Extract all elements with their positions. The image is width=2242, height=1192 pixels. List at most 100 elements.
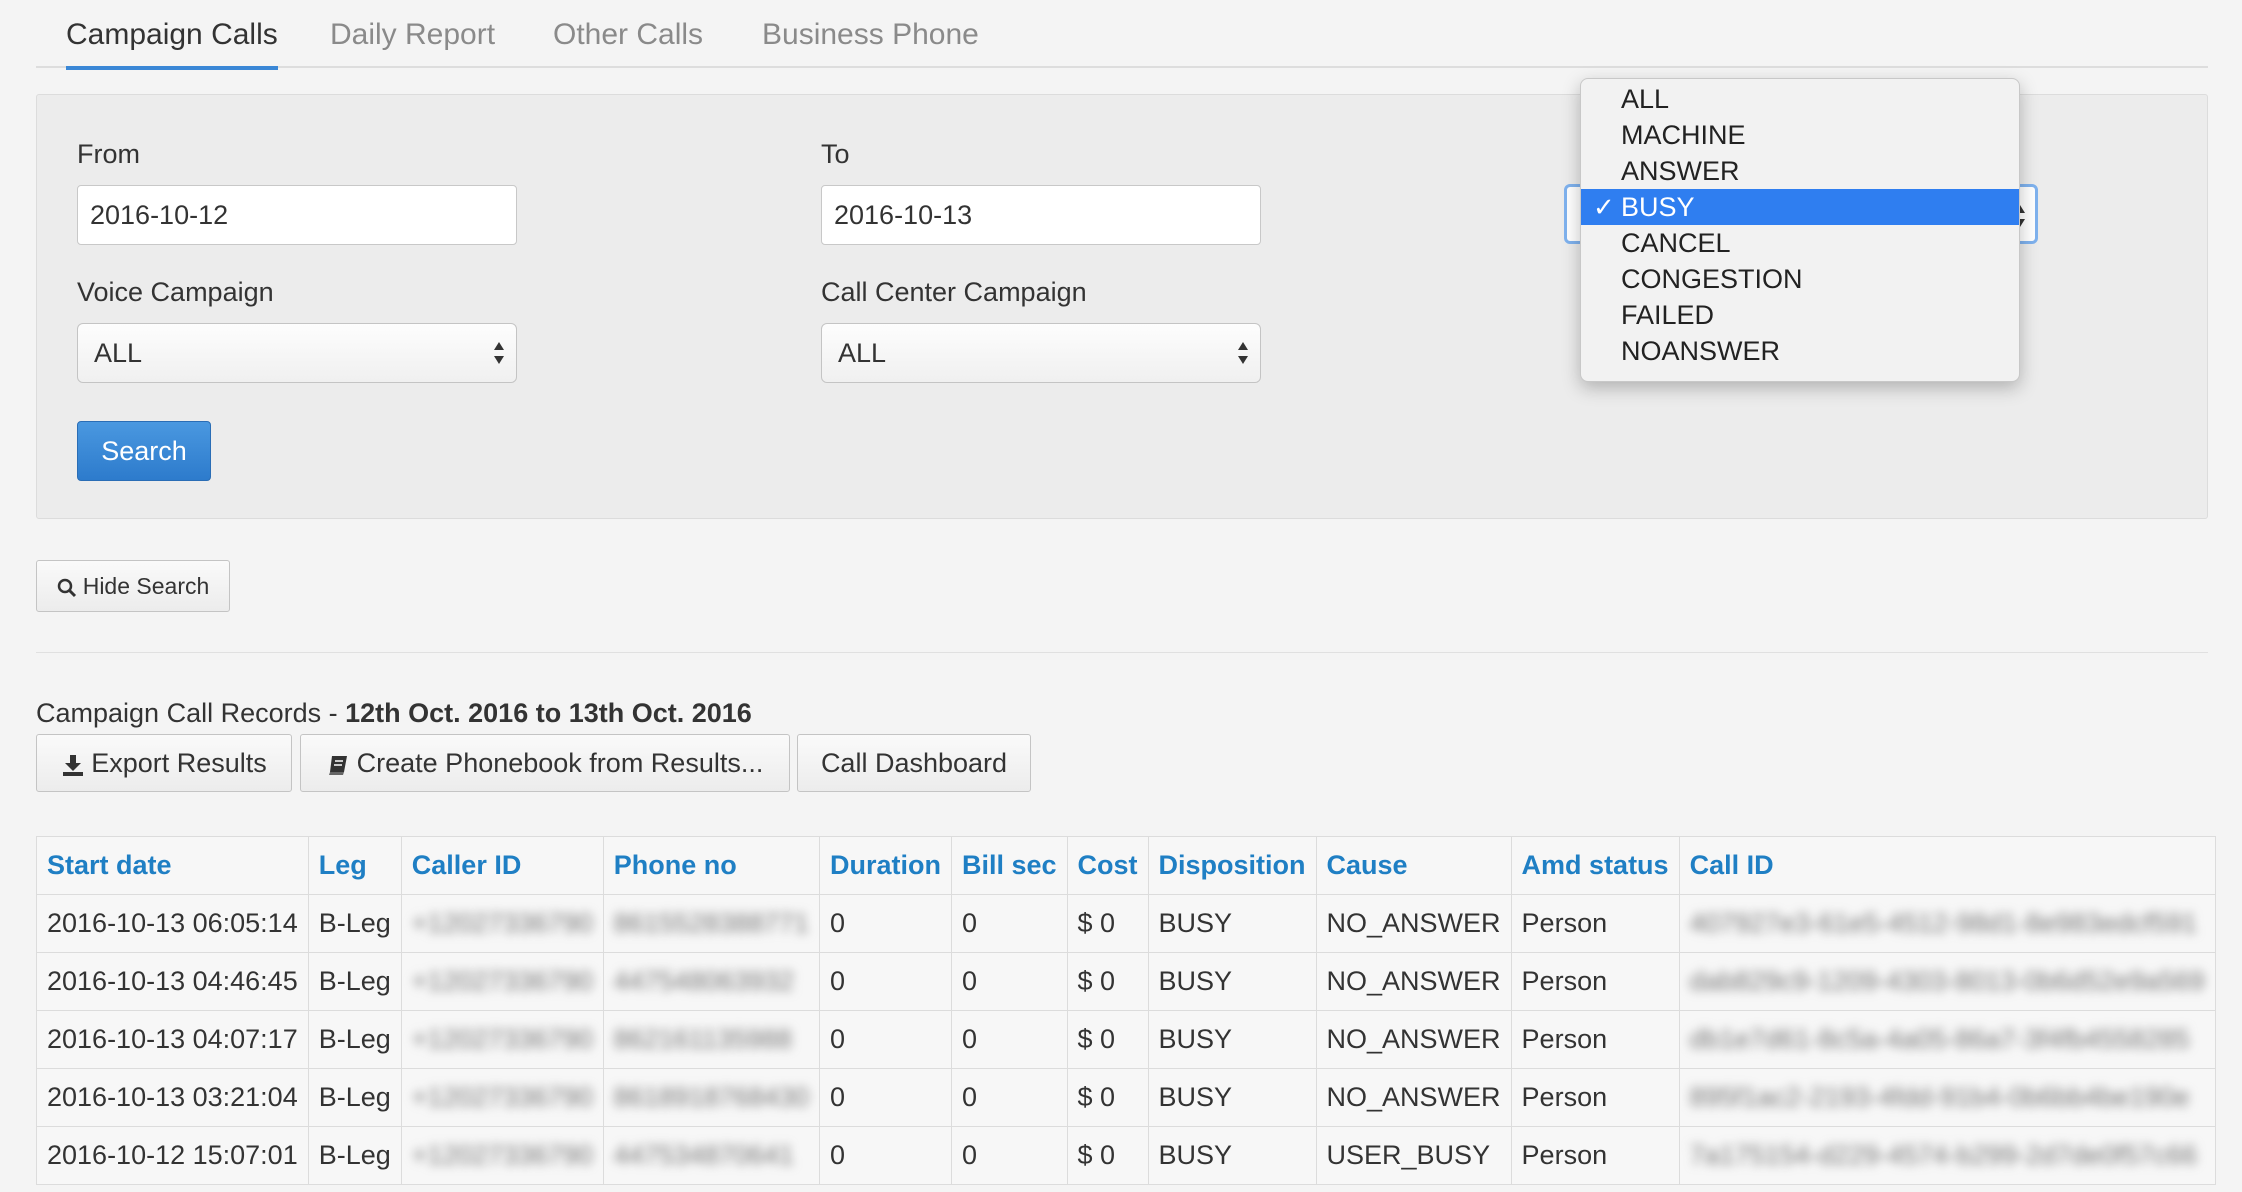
search-button[interactable]: Search [77,421,211,481]
col-disposition[interactable]: Disposition [1147,836,1317,895]
cell-cause: NO_ANSWER [1315,894,1512,953]
cell-phone-no: 447534870641 [602,1126,820,1185]
cell-start-date: 2016-10-13 06:05:14 [36,894,309,953]
cell-cause: NO_ANSWER [1315,1068,1512,1127]
report-tabs: Campaign Calls Daily Report Other Calls … [36,0,2208,70]
col-duration[interactable]: Duration [818,836,952,895]
dropdown-option-label: MACHINE [1621,120,1746,150]
call-dashboard-button[interactable]: Call Dashboard [797,734,1031,792]
search-icon [57,578,76,597]
cell-duration: 0 [818,894,952,953]
cell-cost: $ 0 [1066,894,1149,953]
cell-cost: $ 0 [1066,1068,1149,1127]
records-title-prefix: Campaign Call Records - [36,698,346,728]
cell-start-date: 2016-10-13 03:21:04 [36,1068,309,1127]
col-call-id[interactable]: Call ID [1678,836,2216,895]
col-phone-no[interactable]: Phone no [602,836,820,895]
create-phonebook-label: Create Phonebook from Results... [356,748,764,778]
cell-amd-status: Person [1510,894,1680,953]
cell-leg: B-Leg [307,952,402,1011]
call-center-campaign-select[interactable]: ALL [821,323,1261,383]
cell-disposition: BUSY [1147,894,1317,953]
cell-call-id: 895f1ac2-2193-4fdd-91b4-0b6bb4be190e [1678,1068,2216,1127]
from-date-input[interactable]: 2016-10-12 [77,185,517,245]
col-caller-id[interactable]: Caller ID [400,836,604,895]
dropdown-option-label: ANSWER [1621,156,1740,186]
cell-disposition: BUSY [1147,952,1317,1011]
cell-caller-id: +12027336790 [400,952,604,1011]
col-cost[interactable]: Cost [1066,836,1149,895]
cell-bill-sec: 0 [950,1068,1068,1127]
cell-leg: B-Leg [307,1068,402,1127]
tab-daily-report[interactable]: Daily Report [330,18,495,68]
dropdown-option-label: CANCEL [1621,228,1731,258]
col-amd-status[interactable]: Amd status [1510,836,1680,895]
book-icon [328,755,347,775]
dropdown-option-label: BUSY [1621,192,1695,222]
col-bill-sec[interactable]: Bill sec [950,836,1068,895]
export-results-button[interactable]: Export Results [36,734,292,792]
dropdown-option-label: FAILED [1621,300,1715,330]
dropdown-option-all[interactable]: ALL [1581,81,2019,117]
cell-caller-id: +12027336790 [400,894,604,953]
table-row[interactable]: 2016-10-13 04:07:17 B-Leg +12027336790 8621… [36,1010,2216,1069]
to-label: To [821,139,850,169]
call-center-campaign-value: ALL [838,338,887,368]
cell-leg: B-Leg [307,1126,402,1185]
cell-bill-sec: 0 [950,894,1068,953]
export-results-label: Export Results [91,748,267,778]
cell-disposition: BUSY [1147,1126,1317,1185]
select-arrows-icon [494,342,504,364]
tab-business-phone[interactable]: Business Phone [762,18,979,68]
col-leg[interactable]: Leg [307,836,402,895]
dropdown-option-busy[interactable]: ✓ BUSY [1581,189,2019,225]
dropdown-option-noanswer[interactable]: NOANSWER [1581,333,2019,369]
cell-disposition: BUSY [1147,1068,1317,1127]
cell-amd-status: Person [1510,1010,1680,1069]
cell-cause: NO_ANSWER [1315,1010,1512,1069]
cell-call-id: 407927e3-61e5-4512-98d1-8e983edcf591 [1678,894,2216,953]
voice-campaign-value: ALL [94,338,143,368]
dropdown-option-label: ALL [1621,84,1670,114]
to-date-input[interactable]: 2016-10-13 [821,185,1261,245]
create-phonebook-button[interactable]: Create Phonebook from Results... [300,734,790,792]
dropdown-option-label: NOANSWER [1621,336,1781,366]
cell-amd-status: Person [1510,1126,1680,1185]
dropdown-option-answer[interactable]: ANSWER [1581,153,2019,189]
cell-duration: 0 [818,1126,952,1185]
cell-caller-id: +12027336790 [400,1126,604,1185]
table-header-row: Start date Leg Caller ID Phone no Durati… [36,836,2216,895]
section-divider [36,652,2208,653]
table-row[interactable]: 2016-10-13 04:46:45 B-Leg +12027336790 4475… [36,952,2216,1011]
cell-bill-sec: 0 [950,1010,1068,1069]
cell-duration: 0 [818,1068,952,1127]
cell-start-date: 2016-10-13 04:46:45 [36,952,309,1011]
dropdown-option-machine[interactable]: MACHINE [1581,117,2019,153]
table-row[interactable]: 2016-10-13 06:05:14 B-Leg +12027336790 8615… [36,894,2216,953]
cell-call-id: db1e7d61-8c5a-4a05-86a7-3f4fb4558285 [1678,1010,2216,1069]
records-title: Campaign Call Records - 12th Oct. 2016 t… [36,698,752,729]
cell-leg: B-Leg [307,1010,402,1069]
cell-phone-no: 8615528388771 [602,894,820,953]
cell-start-date: 2016-10-13 04:07:17 [36,1010,309,1069]
hide-search-button[interactable]: Hide Search [36,560,230,612]
cell-cost: $ 0 [1066,1126,1149,1185]
col-cause[interactable]: Cause [1315,836,1512,895]
disposition-dropdown-menu: ALL MACHINE ANSWER ✓ BUSY CANCEL CONGESTION FAI… [1580,78,2020,382]
table-row[interactable]: 2016-10-13 03:21:04 B-Leg +12027336790 8618… [36,1068,2216,1127]
col-start-date[interactable]: Start date [36,836,309,895]
tab-other-calls[interactable]: Other Calls [553,18,703,68]
cell-disposition: BUSY [1147,1010,1317,1069]
table-row[interactable]: 2016-10-12 15:07:01 B-Leg +12027336790 4475… [36,1126,2216,1185]
voice-campaign-label: Voice Campaign [77,277,274,307]
cell-phone-no: 862161135988 [602,1010,820,1069]
cell-duration: 0 [818,952,952,1011]
from-label: From [77,139,140,169]
dropdown-option-label: CONGESTION [1621,264,1803,294]
dropdown-option-congestion[interactable]: CONGESTION [1581,261,2019,297]
records-date-range: 12th Oct. 2016 to 13th Oct. 2016 [345,698,752,728]
dropdown-option-failed[interactable]: FAILED [1581,297,2019,333]
dropdown-option-cancel[interactable]: CANCEL [1581,225,2019,261]
voice-campaign-select[interactable]: ALL [77,323,517,383]
tab-campaign-calls[interactable]: Campaign Calls [66,18,278,70]
